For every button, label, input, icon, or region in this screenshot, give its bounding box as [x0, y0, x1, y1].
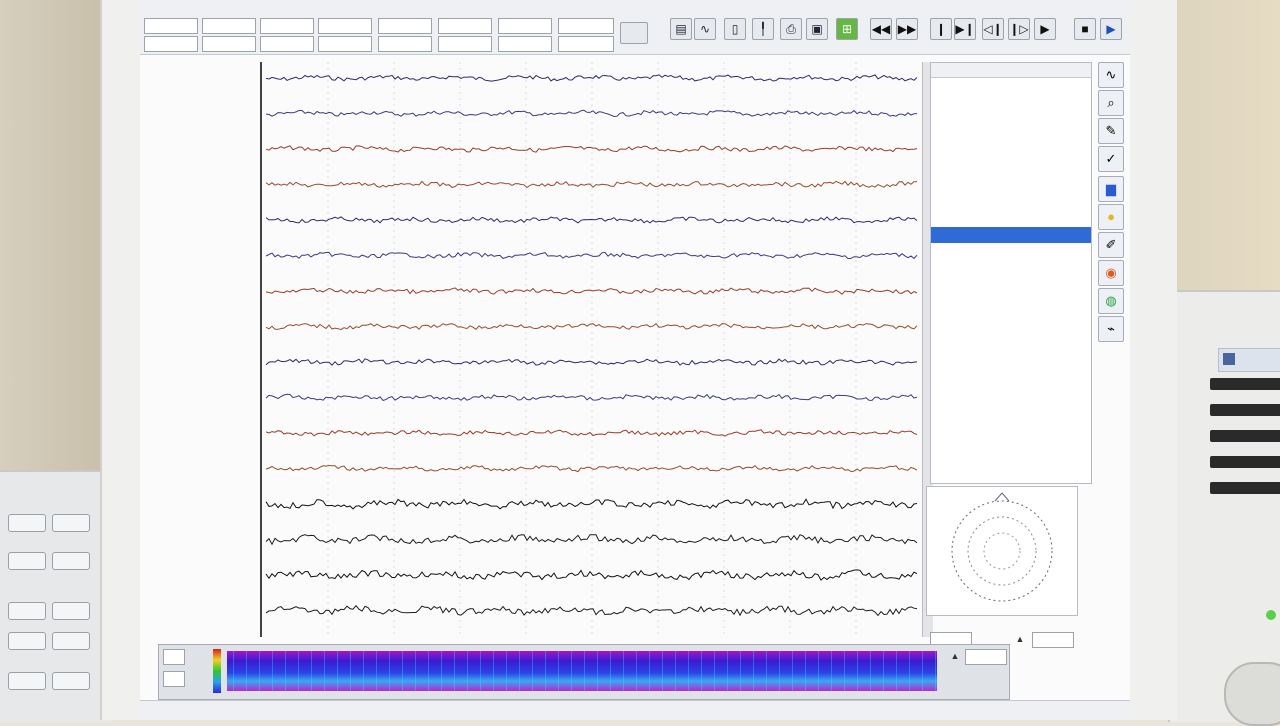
toolbar-field[interactable]	[260, 18, 314, 34]
eeg-trace	[265, 216, 918, 224]
note-icon[interactable]: ✎	[1098, 118, 1124, 144]
toolbar: ▤ ∿ ▯ ╿ ⎙ ▣ ⊞ ◀◀ ▶▶ ❙ ▶❙ ◁❙ ❙▷ ▶ ■ ▶	[140, 0, 1130, 55]
event-list-row[interactable]	[931, 190, 1091, 206]
spectrogram-control[interactable]	[163, 649, 185, 665]
event-list-row[interactable]	[931, 301, 1091, 317]
color-map-icon[interactable]: ◍	[1098, 288, 1124, 314]
event-list-row[interactable]	[931, 264, 1091, 280]
channel-labels	[152, 62, 260, 632]
play-icon[interactable]: ▶	[1100, 18, 1122, 40]
previous-page-icon[interactable]: ◁❙	[982, 18, 1004, 40]
event-list-row[interactable]	[931, 172, 1091, 188]
toolbar-field[interactable]	[144, 36, 198, 52]
step-back-icon[interactable]: ❙	[930, 18, 952, 40]
event-list-row[interactable]	[931, 320, 1091, 336]
spectrogram-strip: ▲	[158, 644, 1010, 700]
skip-end-icon[interactable]: ▶❙	[954, 18, 976, 40]
toolbar-dropdown[interactable]	[620, 22, 648, 44]
waveform-icon[interactable]: ∿	[1098, 62, 1124, 88]
document-icon[interactable]: ▯	[724, 18, 746, 40]
eeg-trace	[265, 109, 918, 118]
zoom-icon[interactable]: ⌕	[1098, 90, 1124, 116]
power-led	[1266, 610, 1276, 620]
device-logo	[1218, 348, 1280, 372]
eeg-viewer-screen: ▤ ∿ ▯ ╿ ⎙ ▣ ⊞ ◀◀ ▶▶ ❙ ▶❙ ◁❙ ❙▷ ▶ ■ ▶ ▲ ∿	[140, 0, 1130, 720]
event-list-row[interactable]	[931, 375, 1091, 391]
toolbar-field[interactable]	[378, 18, 432, 34]
topographic-map	[926, 486, 1078, 616]
toolbar-field[interactable]	[438, 36, 492, 52]
spectrogram-colorbar	[213, 649, 221, 693]
display-icon[interactable]: ▤	[670, 18, 692, 40]
keyboard	[0, 470, 112, 722]
eeg-trace	[265, 358, 918, 366]
event-list-header	[931, 63, 1091, 78]
waveform-icon[interactable]: ∿	[694, 18, 716, 40]
check-icon[interactable]: ✓	[1098, 146, 1124, 172]
event-list-row[interactable]	[931, 394, 1091, 410]
rewind-icon[interactable]: ◀◀	[870, 18, 892, 40]
event-list-row[interactable]	[931, 153, 1091, 169]
device-knob	[1224, 662, 1280, 726]
event-list-row[interactable]	[931, 357, 1091, 373]
spectrogram-control[interactable]	[163, 671, 185, 687]
spectrum-icon[interactable]: ▆	[1098, 176, 1124, 202]
event-list-row[interactable]	[931, 431, 1091, 447]
montage-icon[interactable]: ⊞	[836, 18, 858, 40]
amplifier-device	[1168, 290, 1280, 726]
toolbar-field[interactable]	[318, 36, 372, 52]
event-list-row[interactable]	[931, 98, 1091, 114]
event-list-row[interactable]	[931, 468, 1091, 484]
event-list-row[interactable]	[931, 283, 1091, 299]
event-list-row[interactable]	[931, 209, 1091, 225]
event-list-row[interactable]	[931, 116, 1091, 132]
event-list-row[interactable]	[931, 246, 1091, 262]
spectrogram-control[interactable]	[965, 649, 1007, 665]
toolbar-field[interactable]	[318, 18, 372, 34]
toolbar-field[interactable]	[498, 36, 552, 52]
edit-icon[interactable]: ✐	[1098, 232, 1124, 258]
next-page-icon[interactable]: ❙▷	[1008, 18, 1030, 40]
topomap-control[interactable]	[1032, 632, 1074, 648]
print-icon[interactable]: ⎙	[780, 18, 802, 40]
event-list-row[interactable]	[931, 227, 1091, 243]
toolbar-field[interactable]	[558, 36, 614, 52]
event-list-row[interactable]	[931, 135, 1091, 151]
status-bar	[140, 700, 1130, 720]
event-list-row[interactable]	[931, 338, 1091, 354]
toolbar-field[interactable]	[378, 36, 432, 52]
event-list-row[interactable]	[931, 412, 1091, 428]
eeg-trace	[265, 251, 918, 260]
triangle-icon[interactable]: ▲	[1014, 632, 1026, 646]
toolbar-field[interactable]	[202, 36, 256, 52]
event-list-row[interactable]	[931, 449, 1091, 465]
stop-icon[interactable]: ■	[1074, 18, 1096, 40]
spectrogram[interactable]	[227, 651, 937, 691]
toolbar-field[interactable]	[260, 36, 314, 52]
toolbar-field[interactable]	[438, 18, 492, 34]
toolbar-field[interactable]	[558, 18, 614, 34]
triangle-icon[interactable]: ▲	[949, 649, 961, 663]
head-map-icon[interactable]: ◉	[1098, 260, 1124, 286]
event-list-row[interactable]	[931, 79, 1091, 95]
fast-backward-icon[interactable]: ▶▶	[896, 18, 918, 40]
eeg-waveform-plot[interactable]	[260, 62, 922, 637]
save-icon[interactable]: ▣	[806, 18, 828, 40]
graph-icon[interactable]: ⌁	[1098, 316, 1124, 342]
toolbar-field[interactable]	[202, 18, 256, 34]
event-list-panel	[930, 62, 1092, 484]
forward-icon[interactable]: ▶	[1034, 18, 1056, 40]
toolbar-field[interactable]	[498, 18, 552, 34]
marker-icon[interactable]: ╿	[752, 18, 774, 40]
folder-icon[interactable]: ●	[1098, 204, 1124, 230]
toolbar-field[interactable]	[144, 18, 198, 34]
